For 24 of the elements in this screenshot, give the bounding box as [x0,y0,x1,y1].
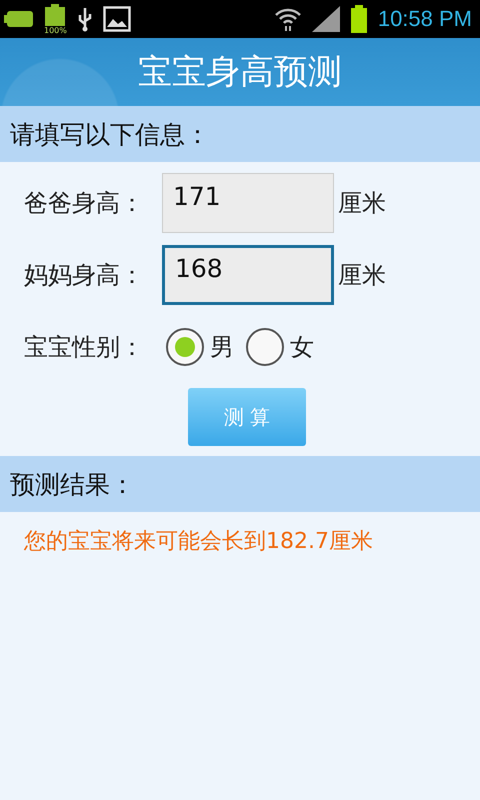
input-field[interactable]: 171 [162,173,334,233]
radio-label: 男 [210,332,234,363]
battery-percent: 100% [44,26,67,34]
field-label: 妈妈身高： [24,260,145,291]
field-label: 宝宝性别： [24,332,145,363]
usb-icon [76,6,93,32]
unit-label: 厘米 [338,260,386,291]
battery-icon [350,5,368,33]
clock: 10:58 PM [378,6,472,32]
battery-icon [4,10,34,28]
signal-icon [312,6,340,32]
unit-label: 厘米 [338,188,386,219]
field-label: 爸爸身高： [24,188,145,219]
radio-button[interactable] [246,328,284,366]
radio-button[interactable] [166,328,204,366]
section-title: 预测结果： [10,468,135,500]
result-text: 您的宝宝将来可能会长到182.7厘米 [24,529,373,554]
battery-icon [45,4,66,26]
radio-label: 女 [290,332,314,363]
image-icon [102,6,131,32]
wifi-icon [274,6,302,32]
input-field[interactable]: 168 [162,245,334,305]
app-title: 宝宝身高预测 [138,51,342,94]
section-title: 请填写以下信息： [10,118,210,150]
